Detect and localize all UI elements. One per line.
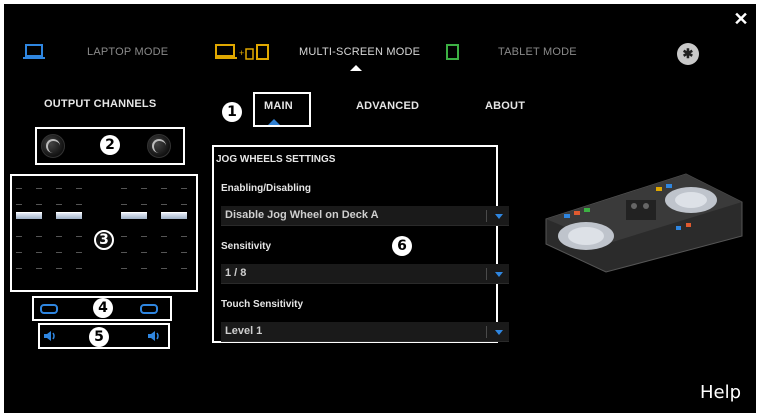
sensitivity-dropdown[interactable]: 1 / 8 — [221, 264, 509, 284]
output-channels-title: OUTPUT CHANNELS — [44, 98, 157, 110]
fader-knob[interactable] — [16, 212, 42, 219]
callout-2: 2 — [100, 135, 120, 155]
mode-tablet-label: TABLET MODE — [498, 46, 577, 58]
enabling-dropdown[interactable]: Disable Jog Wheel on Deck A — [221, 206, 509, 226]
help-link[interactable]: Help — [700, 382, 741, 403]
channel-knob-right[interactable] — [147, 134, 171, 158]
callout-1: 1 — [222, 102, 242, 122]
callout-6: 6 — [392, 236, 412, 256]
mode-tablet[interactable]: TABLET MODE — [446, 44, 577, 60]
mode-multi-screen-label: MULTI-SCREEN MODE — [299, 46, 421, 58]
tab-main[interactable]: MAIN — [264, 100, 293, 112]
enabling-label: Enabling/Disabling — [221, 183, 312, 194]
touch-sensitivity-dropdown[interactable]: Level 1 — [221, 322, 509, 342]
mode-multi-screen[interactable]: + MULTI-SCREEN MODE — [215, 44, 420, 60]
fader-1[interactable] — [16, 182, 42, 292]
tab-about[interactable]: ABOUT — [485, 100, 525, 112]
laptop-icon — [23, 44, 45, 59]
chevron-down-icon — [495, 214, 503, 219]
active-tab-caret — [268, 119, 280, 125]
fader-knob[interactable] — [56, 212, 82, 219]
svg-text:+: + — [239, 48, 244, 58]
channel-knob-left[interactable] — [41, 134, 65, 158]
tablet-icon — [446, 44, 459, 60]
speaker-left-icon[interactable] — [44, 330, 58, 342]
sensitivity-label: Sensitivity — [221, 241, 272, 252]
chevron-down-icon — [495, 330, 503, 335]
fader-3[interactable] — [121, 182, 147, 292]
enabling-value: Disable Jog Wheel on Deck A — [225, 209, 379, 221]
active-mode-caret — [350, 65, 362, 71]
speaker-right-icon[interactable] — [148, 330, 162, 342]
jog-settings-title: JOG WHEELS SETTINGS — [216, 154, 336, 165]
fader-2[interactable] — [56, 182, 82, 292]
multi-screen-icon: + — [215, 44, 269, 60]
fader-4[interactable] — [161, 182, 187, 292]
mode-laptop-label: LAPTOP MODE — [87, 46, 169, 58]
dj-controller-image — [545, 173, 743, 273]
channel-link-right-icon[interactable] — [140, 302, 158, 316]
chevron-down-icon — [495, 272, 503, 277]
tab-advanced[interactable]: ADVANCED — [356, 100, 419, 112]
app-window: ✕ LAPTOP MODE + MULTI-SCREEN MODE TABLET… — [4, 4, 756, 413]
touch-sensitivity-label: Touch Sensitivity — [221, 299, 304, 310]
touch-sensitivity-value: Level 1 — [225, 325, 263, 337]
sensitivity-value: 1 / 8 — [225, 267, 247, 279]
channel-link-left-icon[interactable] — [40, 302, 58, 316]
bluetooth-icon[interactable]: ✱ — [677, 43, 699, 65]
fader-knob[interactable] — [121, 212, 147, 219]
callout-4: 4 — [93, 298, 113, 318]
callout-3: 3 — [94, 230, 114, 250]
mode-laptop[interactable]: LAPTOP MODE — [23, 44, 168, 60]
close-button[interactable]: ✕ — [732, 10, 750, 28]
fader-knob[interactable] — [161, 212, 187, 219]
callout-5: 5 — [89, 327, 109, 347]
